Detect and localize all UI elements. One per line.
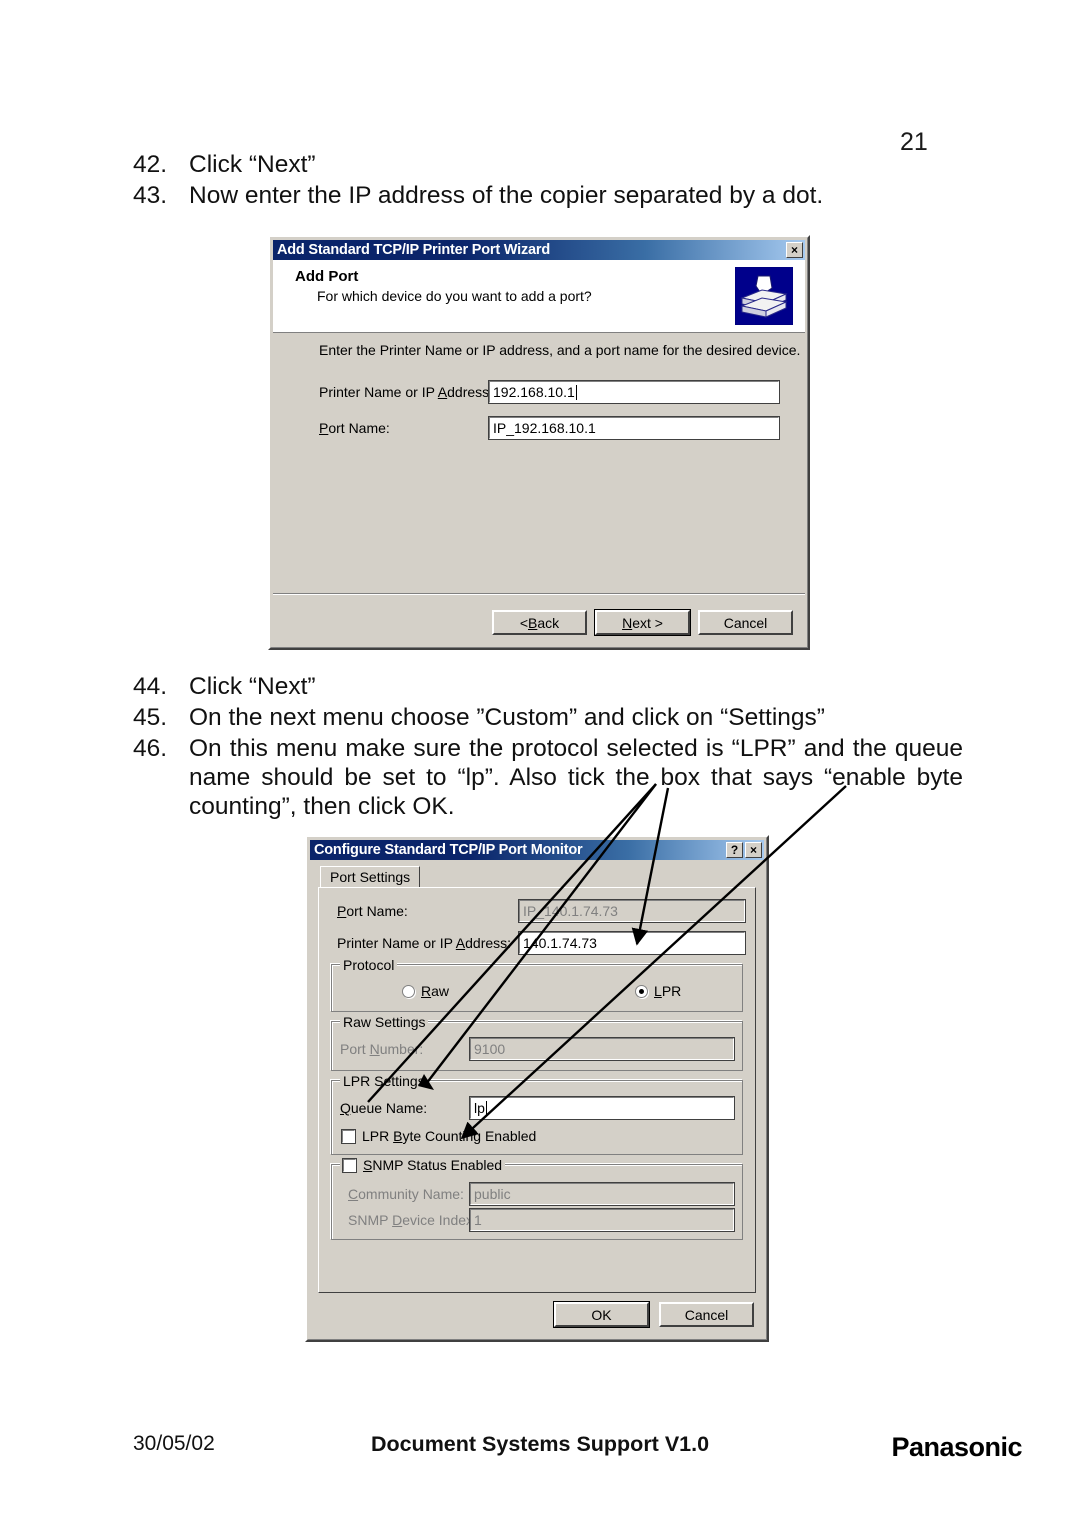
instruction-text: On the next menu choose ”Custom” and cli… — [189, 704, 825, 731]
ok-button[interactable]: OK — [553, 1301, 650, 1328]
community-name-input[interactable]: public — [469, 1182, 735, 1206]
port-name-input[interactable]: IP_192.168.10.1 — [488, 416, 780, 440]
instruction-item: 44. Click “Next” — [133, 672, 963, 701]
snmp-status-enabled-checkbox[interactable] — [342, 1157, 357, 1173]
printer-name-or-ip-input[interactable]: 192.168.10.1 — [488, 380, 780, 404]
protocol-group-label: Protocol — [340, 957, 398, 973]
tab-strip: Port Settings — [320, 866, 756, 887]
printer-name-or-ip-row: Printer Name or IP Address: 192.168.10.1 — [319, 380, 780, 404]
text-caret — [575, 384, 577, 400]
port-name-input[interactable]: IP_140.1.74.73 — [518, 899, 746, 923]
instruction-text: On this menu make sure the protocol sele… — [189, 735, 963, 820]
port-name-row: Port Name: IP_192.168.10.1 — [319, 416, 780, 440]
dialog-button-bar: OK Cancel — [553, 1301, 754, 1328]
instruction-number: 42. — [133, 151, 168, 178]
close-icon[interactable]: × — [745, 842, 762, 858]
lpr-settings-group: LPR Settings Queue Name: lp LPR Byte Cou… — [331, 1073, 743, 1155]
radio-raw[interactable]: Raw — [402, 983, 449, 999]
radio-raw-label: Raw — [421, 983, 450, 999]
radio-lpr-indicator — [635, 984, 649, 998]
instruction-item: 45. On the next menu choose ”Custom” and… — [133, 703, 963, 732]
snmp-device-index-input[interactable]: 1 — [469, 1208, 735, 1232]
lpr-byte-counting-checkbox[interactable] — [341, 1128, 356, 1144]
port-number-row: Port Number: 9100 — [340, 1037, 735, 1061]
text-caret — [485, 1100, 487, 1116]
snmp-settings-group: SNMP Status Enabled Community Name: publ… — [331, 1157, 743, 1240]
snmp-status-enabled-label: SNMP Status Enabled — [363, 1157, 503, 1173]
printer-name-or-ip-row: Printer Name or IP Address: 140.1.74.73 — [329, 931, 746, 955]
lpr-settings-group-label: LPR Settings — [340, 1073, 428, 1089]
queue-name-value: lp — [474, 1100, 485, 1116]
port-name-row: Port Name: IP_140.1.74.73 — [329, 899, 746, 923]
raw-settings-group-label: Raw Settings — [340, 1014, 429, 1030]
panasonic-logo: Panasonic — [891, 1432, 1022, 1462]
wizard-button-bar: < Back Next > Cancel — [492, 609, 793, 636]
tab-port-settings[interactable]: Port Settings — [320, 866, 421, 887]
instruction-number: 43. — [133, 182, 168, 209]
dialog-titlebar[interactable]: Add Standard TCP/IP Printer Port Wizard … — [273, 240, 805, 260]
add-standard-tcpip-printer-port-wizard-dialog[interactable]: Add Standard TCP/IP Printer Port Wizard … — [268, 235, 810, 650]
back-button[interactable]: < Back — [492, 610, 587, 635]
radio-lpr[interactable]: LPR — [635, 983, 681, 999]
instruction-number: 44. — [133, 673, 168, 700]
tab-area: Port Settings Port Name: IP_140.1.74.73 … — [318, 866, 756, 1293]
printer-icon — [735, 267, 793, 325]
printer-name-or-ip-value: 192.168.10.1 — [493, 384, 575, 400]
community-name-label: Community Name: — [348, 1186, 464, 1202]
raw-settings-group: Raw Settings Port Number: 9100 — [331, 1014, 743, 1071]
cancel-button[interactable]: Cancel — [698, 610, 793, 635]
snmp-device-index-label: SNMP Device Index: — [348, 1212, 477, 1228]
tab-panel-port-settings: Port Name: IP_140.1.74.73 Printer Name o… — [318, 887, 756, 1293]
port-name-value: IP_192.168.10.1 — [493, 420, 596, 436]
instruction-list-top: 42. Click “Next” 43. Now enter the IP ad… — [133, 150, 963, 212]
instruction-item: 46. On this menu make sure the protocol … — [133, 734, 963, 821]
printer-name-or-ip-input[interactable]: 140.1.74.73 — [518, 931, 746, 955]
close-icon[interactable]: × — [786, 242, 803, 258]
instruction-text: Click “Next” — [189, 151, 316, 178]
divider — [273, 593, 805, 595]
protocol-group: Protocol Raw LPR — [331, 957, 743, 1012]
port-name-label: Port Name: — [319, 420, 390, 436]
snmp-device-index-row: SNMP Device Index: 1 — [340, 1208, 735, 1232]
community-name-row: Community Name: public — [340, 1182, 735, 1206]
dialog-titlebar[interactable]: Configure Standard TCP/IP Port Monitor ?… — [310, 840, 764, 860]
queue-name-label: Queue Name: — [340, 1100, 428, 1116]
cancel-button[interactable]: Cancel — [659, 1302, 754, 1327]
snmp-status-enabled-row[interactable]: SNMP Status Enabled — [340, 1157, 506, 1173]
next-button[interactable]: Next > — [594, 609, 691, 636]
printer-name-or-ip-label: Printer Name or IP Address: — [337, 935, 512, 951]
lpr-byte-counting-row[interactable]: LPR Byte Counting Enabled — [340, 1125, 734, 1146]
wizard-instruction: Enter the Printer Name or IP address, an… — [319, 342, 801, 358]
instruction-number: 46. — [133, 735, 168, 762]
help-icon[interactable]: ? — [726, 842, 743, 858]
dialog-inner: Add Standard TCP/IP Printer Port Wizard … — [270, 237, 808, 648]
queue-name-input[interactable]: lp — [469, 1096, 735, 1120]
dialog-inner: Configure Standard TCP/IP Port Monitor ?… — [307, 837, 767, 1340]
wizard-body: Enter the Printer Name or IP address, an… — [273, 333, 805, 645]
queue-name-row: Queue Name: lp — [340, 1096, 735, 1120]
radio-raw-indicator — [402, 984, 415, 998]
instruction-number: 45. — [133, 704, 168, 731]
dialog-title: Add Standard TCP/IP Printer Port Wizard — [277, 242, 550, 258]
dialog-title: Configure Standard TCP/IP Port Monitor — [314, 842, 583, 858]
port-number-label: Port Number: — [340, 1041, 424, 1057]
wizard-header-subtitle: For which device do you want to add a po… — [317, 288, 592, 304]
instruction-text: Click “Next” — [189, 673, 316, 700]
printer-name-or-ip-label: Printer Name or IP Address: — [319, 384, 494, 400]
configure-standard-tcpip-port-monitor-dialog[interactable]: Configure Standard TCP/IP Port Monitor ?… — [305, 835, 769, 1342]
instruction-item: 43. Now enter the IP address of the copi… — [133, 181, 963, 210]
port-number-input[interactable]: 9100 — [469, 1037, 735, 1061]
protocol-options: Raw LPR — [340, 981, 734, 1003]
radio-lpr-label: LPR — [654, 983, 682, 999]
instruction-list-middle: 44. Click “Next” 45. On the next menu ch… — [133, 672, 963, 823]
wizard-header-title: Add Port — [295, 268, 359, 285]
instruction-text: Now enter the IP address of the copier s… — [189, 182, 824, 209]
wizard-header: Add Port For which device do you want to… — [273, 260, 805, 333]
lpr-byte-counting-label: LPR Byte Counting Enabled — [362, 1128, 537, 1144]
port-name-label: Port Name: — [337, 903, 408, 919]
instruction-item: 42. Click “Next” — [133, 150, 963, 179]
